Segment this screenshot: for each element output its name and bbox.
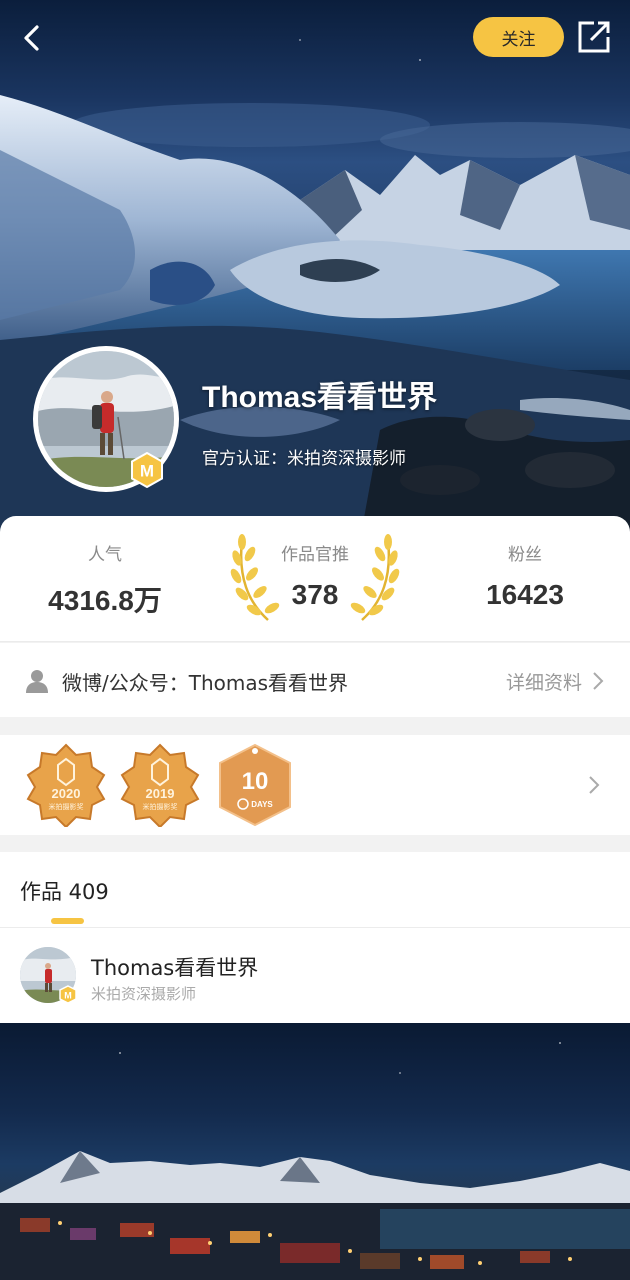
work-photo[interactable] — [0, 1023, 630, 1280]
profile-name: Thomas看看世界 — [202, 381, 438, 414]
chevron-right-icon — [593, 672, 604, 690]
share-external-icon — [578, 21, 610, 53]
follow-button[interactable]: 关注 — [473, 17, 564, 57]
svg-text:米拍摄影奖: 米拍摄影奖 — [143, 802, 178, 811]
certified-badge-icon: M — [131, 452, 163, 488]
svg-text:2019: 2019 — [146, 786, 175, 801]
certified-badge-icon: M — [59, 985, 77, 1004]
works-tab-bar: 作品 409 — [0, 852, 630, 928]
svg-text:2020: 2020 — [52, 786, 81, 801]
author-row[interactable]: M Thomas看看世界 米拍资深摄影师 — [0, 928, 630, 1023]
chevron-right-icon — [589, 776, 600, 794]
svg-text:米拍摄影奖: 米拍摄影奖 — [49, 802, 84, 811]
days-badge-icon: 10 DAYS — [219, 743, 291, 827]
stat-popularity[interactable]: 人气 4316.8万 — [10, 540, 200, 619]
svg-text:M: M — [140, 462, 154, 481]
user-icon — [26, 670, 48, 693]
stat-label: 粉丝 — [508, 545, 542, 565]
tab-works[interactable]: 作品 409 — [20, 876, 109, 906]
weibo-text: 微博/公众号：Thomas看看世界 — [62, 671, 349, 695]
stat-value: 4316.8万 — [48, 585, 162, 616]
stat-label: 人气 — [88, 545, 122, 565]
chevron-left-icon — [24, 25, 39, 51]
profile-cover: 关注 M Thomas看看世界 官方认证：米拍资深摄影师 — [0, 0, 630, 540]
stat-fans[interactable]: 粉丝 16423 — [430, 540, 620, 611]
stat-value: 16423 — [486, 579, 564, 610]
laurel-right-icon — [350, 534, 400, 621]
svg-text:M: M — [64, 991, 72, 1001]
share-button[interactable] — [575, 18, 613, 56]
stats-panel: 人气 4316.8万 作品官推 378 粉丝 16423 — [0, 516, 630, 642]
tab-indicator — [51, 918, 84, 924]
author-name: Thomas看看世界 — [91, 956, 259, 980]
badges-row[interactable]: 2020 米拍摄影奖 2019 米拍摄影奖 10 DAYS — [0, 735, 630, 835]
back-button[interactable] — [14, 20, 50, 56]
certification-text: 官方认证：米拍资深摄影师 — [202, 449, 406, 469]
svg-text:DAYS: DAYS — [251, 800, 273, 809]
svg-text:10: 10 — [242, 768, 269, 795]
author-title: 米拍资深摄影师 — [91, 985, 197, 1003]
weibo-account-row[interactable]: 微博/公众号：Thomas看看世界 详细资料 — [0, 643, 630, 717]
award-2019-badge-icon: 2019 米拍摄影奖 — [120, 743, 200, 827]
award-2020-badge-icon: 2020 米拍摄影奖 — [26, 743, 106, 827]
details-link[interactable]: 详细资料 — [506, 668, 582, 695]
town-night-photo — [0, 1042, 630, 1280]
